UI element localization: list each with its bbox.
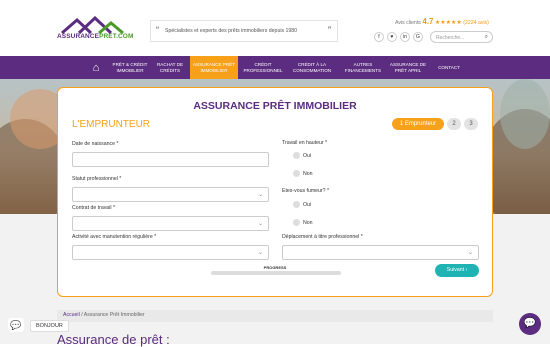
page-heading: Assurance de prêt :: [57, 332, 170, 347]
height-label: Travail en hauteur *: [282, 140, 328, 146]
step-indicator: 1 Emprunteur 2 3: [392, 118, 478, 130]
breadcrumb-home[interactable]: Accueil: [63, 312, 80, 318]
nav-item-consommation[interactable]: CRÉDIT À LA CONSOMMATION: [288, 56, 336, 79]
nav-item-contact[interactable]: CONTACT: [432, 56, 466, 79]
customer-reviews[interactable]: Avis clients 4.7 ★★★★★ (2224 avis): [395, 17, 489, 26]
chat-launcher-icon[interactable]: 💬: [519, 313, 541, 335]
handling-label: Activité avec manutention régulière *: [72, 234, 157, 240]
nav-item-pret-credit[interactable]: PRÊT & CRÉDIT IMMOBILIER: [108, 56, 152, 79]
tagline-text: Spécialistes et experts des prêts immobi…: [165, 28, 298, 34]
height-non-radio[interactable]: [293, 170, 300, 177]
facebook-icon[interactable]: f: [374, 32, 384, 42]
linkedin-icon[interactable]: in: [400, 32, 410, 42]
site-header: ASSURANCEPRET.COM “ Spécialistes et expe…: [0, 0, 550, 56]
chat-bubble-icon[interactable]: 💬: [8, 318, 24, 332]
section-title: L'EMPRUNTEUR: [72, 119, 151, 130]
search-input[interactable]: Recherche... ⌕: [430, 31, 493, 43]
handling-select[interactable]: ⌄: [72, 245, 269, 260]
close-quote-icon: ”: [328, 25, 331, 35]
breadcrumb: Accueil / Assurance Prêt Immobilier: [57, 310, 493, 322]
stars-icon: ★★★★★: [434, 20, 462, 26]
height-oui-label: Oui: [303, 153, 312, 159]
review-score: 4.7: [422, 17, 434, 26]
smoker-non-radio[interactable]: [293, 219, 300, 226]
smoker-oui-label: Oui: [303, 202, 312, 208]
house-roof-logo-icon: [61, 15, 124, 35]
height-oui-radio[interactable]: [293, 152, 300, 159]
home-icon[interactable]: ⌂: [86, 56, 106, 79]
next-button[interactable]: Suivant ›: [435, 264, 479, 277]
main-nav: ⌂ PRÊT & CRÉDIT IMMOBILIER RACHAT DE CRÉ…: [0, 56, 550, 79]
chevron-down-icon: ⌄: [257, 250, 263, 256]
birth-date-field[interactable]: [72, 152, 269, 167]
form-title: ASSURANCE PRÊT IMMOBILIER: [193, 100, 357, 112]
tagline-box: “ Spécialistes et experts des prêts immo…: [150, 20, 338, 42]
progress-label: PROGRESS: [263, 265, 287, 270]
twitter-icon[interactable]: ♥: [387, 32, 397, 42]
nav-item-assurance[interactable]: ASSURANCE PRÊT IMMOBILIER: [190, 56, 238, 79]
breadcrumb-current: Assurance Prêt Immobilier: [83, 312, 145, 318]
height-non-label: Non: [303, 171, 313, 177]
google-icon[interactable]: G: [413, 32, 423, 42]
bonjour-chat-label[interactable]: BONJOUR: [30, 320, 69, 332]
status-label: Statut professionnel *: [72, 176, 122, 182]
chevron-down-icon: ⌄: [257, 192, 263, 198]
smoker-label: Etes-vous fumeur? *: [282, 188, 329, 194]
insurance-form-card: ASSURANCE PRÊT IMMOBILIER L'EMPRUNTEUR 1…: [57, 87, 493, 297]
nav-item-credit-pro[interactable]: CRÉDIT PROFESSIONNEL: [242, 56, 284, 79]
birth-label: Date de naissance *: [72, 141, 119, 147]
nav-item-april[interactable]: ASSURANCE DE PRÊT APRIL: [388, 56, 428, 79]
contract-select[interactable]: ⌄: [72, 216, 269, 231]
logo-wordmark: ASSURANCEPRET.COM: [57, 33, 134, 40]
travel-label: Déplacement à titre professionnel *: [282, 234, 363, 240]
step-2[interactable]: 2: [447, 118, 461, 130]
chevron-down-icon: ⌄: [257, 221, 263, 227]
step-1[interactable]: 1 Emprunteur: [392, 118, 444, 130]
contract-label: Contrat de travail *: [72, 205, 115, 211]
site-logo[interactable]: ASSURANCEPRET.COM: [57, 15, 134, 44]
review-count: (2224 avis): [463, 20, 489, 26]
search-icon[interactable]: ⌕: [485, 34, 488, 41]
nav-item-rachat[interactable]: RACHAT DE CRÉDITS: [152, 56, 188, 79]
smoker-oui-radio[interactable]: [293, 201, 300, 208]
travel-select[interactable]: ⌄: [282, 245, 479, 260]
chevron-down-icon: ⌄: [467, 250, 473, 256]
smoker-non-label: Non: [303, 220, 313, 226]
open-quote-icon: “: [156, 25, 159, 35]
step-3[interactable]: 3: [464, 118, 478, 130]
nav-item-autres[interactable]: AUTRES FINANCEMENTS: [340, 56, 386, 79]
status-select[interactable]: ⌄: [72, 187, 269, 202]
progress-bar: [211, 271, 341, 275]
